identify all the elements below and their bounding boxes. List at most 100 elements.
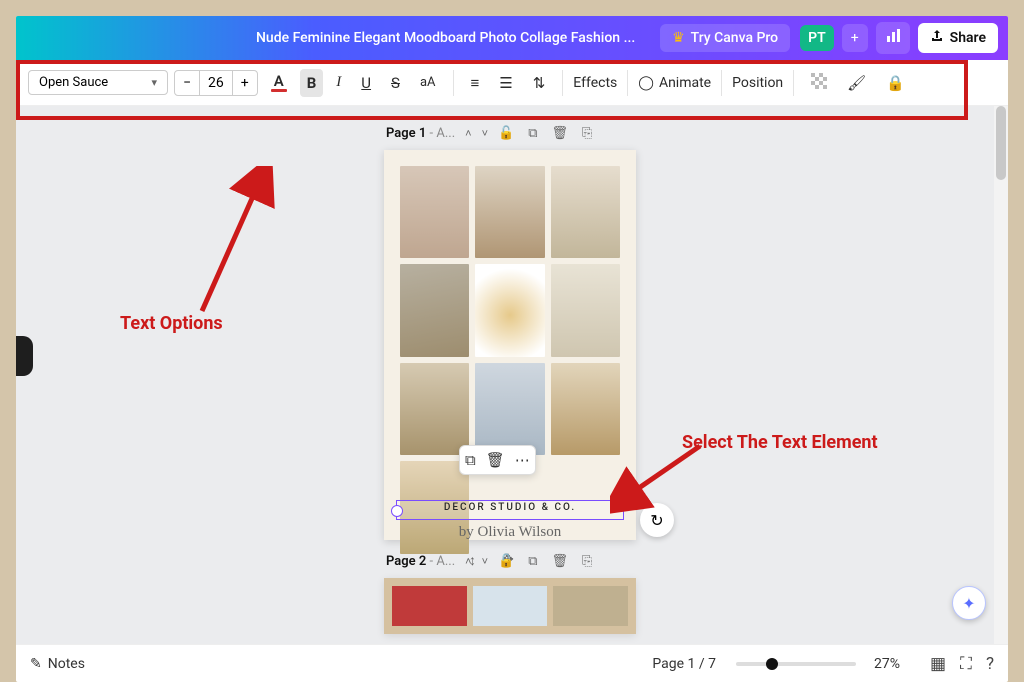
lock-page-icon[interactable]: 🔓 — [498, 554, 514, 569]
toolbar-divider — [453, 70, 454, 96]
comment-button[interactable]: ↻ — [640, 503, 674, 537]
collapse-down-icon[interactable]: ˅ — [482, 555, 488, 568]
font-selector[interactable]: Open Sauce ▾ — [28, 70, 168, 95]
notes-button[interactable]: ✎ Notes — [30, 656, 85, 672]
toolbar-divider — [721, 70, 722, 96]
font-size-value[interactable]: 26 — [199, 71, 233, 95]
italic-button[interactable]: I — [329, 69, 348, 96]
canvas-area[interactable]: Page 1 - A... ˄ ˅ 🔓 ⧉ 🗑 ⎘ — [16, 106, 1008, 644]
page-1-canvas[interactable] — [384, 150, 636, 540]
toolbar-divider — [627, 70, 628, 96]
photo-cell[interactable] — [400, 166, 469, 258]
plus-icon: + — [851, 30, 859, 46]
strikethrough-button[interactable]: S — [384, 69, 407, 97]
comment-icon: ↻ — [650, 511, 663, 530]
font-size-stepper[interactable]: − 26 + — [174, 70, 258, 96]
selected-text-content[interactable]: DECOR STUDIO & CO. — [397, 502, 623, 513]
collapse-up-icon[interactable]: ˄ — [465, 555, 471, 568]
collapse-up-icon[interactable]: ˄ — [465, 127, 471, 140]
photo-cell[interactable] — [400, 363, 469, 455]
letter-case-button[interactable]: aA — [413, 70, 443, 95]
zoom-slider[interactable] — [736, 662, 856, 666]
zoom-slider-thumb[interactable] — [766, 658, 778, 670]
transparency-button[interactable] — [804, 68, 834, 98]
lock-page-icon[interactable]: 🔓 — [498, 126, 514, 141]
bold-button[interactable]: B — [300, 69, 324, 97]
page-1-subtitle: - A... — [426, 126, 455, 141]
photo-cell[interactable] — [475, 363, 544, 455]
help-icon[interactable]: ? — [986, 654, 994, 674]
delete-page-icon[interactable]: 🗑 — [551, 126, 568, 141]
text-color-button[interactable]: A — [264, 69, 294, 97]
copy-style-button[interactable]: 🖌 — [840, 69, 873, 97]
alignment-button[interactable]: ≡ — [464, 69, 487, 97]
add-button[interactable]: + — [842, 24, 868, 52]
page-1-title: Page 1 — [386, 126, 426, 141]
page-2-subtitle: - A... — [426, 554, 455, 569]
photo-cell[interactable] — [473, 586, 548, 626]
notes-icon: ✎ — [30, 656, 42, 672]
underline-button[interactable]: U — [354, 69, 378, 97]
case-icon: aA — [420, 75, 436, 90]
decrease-size-button[interactable]: − — [175, 71, 199, 95]
byline-text[interactable]: by Olivia Wilson — [384, 524, 636, 541]
photo-cell[interactable] — [400, 264, 469, 356]
selected-text-element[interactable]: DECOR STUDIO & CO. — [396, 500, 624, 520]
annotation-arrow-1 — [192, 166, 282, 316]
chart-icon — [885, 28, 901, 48]
page-2-canvas[interactable] — [384, 578, 636, 634]
spacing-button[interactable]: ⇅ — [526, 69, 553, 97]
try-pro-label: Try Canva Pro — [691, 30, 778, 46]
duplicate-page-icon[interactable]: ⧉ — [528, 554, 537, 569]
trash-icon[interactable]: 🗑 — [486, 451, 505, 469]
list-button[interactable]: ☰ — [492, 69, 519, 97]
page-1-header: Page 1 - A... ˄ ˅ 🔓 ⧉ 🗑 ⎘ — [386, 126, 592, 141]
side-panel-handle[interactable] — [16, 336, 33, 376]
photo-cell[interactable] — [475, 264, 544, 356]
position-button[interactable]: Position — [732, 75, 783, 91]
profile-button[interactable]: PT — [800, 25, 834, 51]
effects-button[interactable]: Effects — [573, 75, 617, 91]
photo-cell[interactable] — [553, 586, 628, 626]
annotation-select-text: Select The Text Element — [682, 432, 878, 453]
zoom-value[interactable]: 27% — [874, 656, 900, 672]
animate-label: Animate — [659, 75, 711, 91]
scrollbar-thumb[interactable] — [996, 106, 1006, 180]
present-icon[interactable]: ⛶ — [960, 654, 972, 674]
try-pro-button[interactable]: ♛ Try Canva Pro — [660, 24, 790, 52]
page-2-header: Page 2 - A... ˄ ˅ 🔓 ⧉ 🗑 ⎘ — [386, 554, 592, 569]
increase-size-button[interactable]: + — [233, 71, 257, 95]
add-page-icon[interactable]: ⎘ — [582, 126, 592, 141]
page-counter[interactable]: Page 1 / 7 — [652, 656, 716, 672]
duplicate-page-icon[interactable]: ⧉ — [528, 126, 537, 141]
collapse-down-icon[interactable]: ˅ — [482, 127, 488, 140]
document-title: Nude Feminine Elegant Moodboard Photo Co… — [256, 30, 635, 46]
magic-button[interactable]: ✦ — [952, 586, 986, 620]
photo-grid — [400, 166, 620, 554]
more-icon[interactable]: ⋯ — [515, 451, 530, 469]
notes-label: Notes — [48, 656, 85, 672]
animate-button[interactable]: ◯ Animate — [638, 75, 711, 91]
upload-icon — [930, 29, 944, 47]
font-name: Open Sauce — [39, 75, 108, 90]
duplicate-icon[interactable]: ⧉ — [465, 451, 476, 469]
photo-cell[interactable] — [551, 166, 620, 258]
share-label: Share — [950, 30, 986, 46]
photo-cell[interactable] — [475, 166, 544, 258]
element-quick-actions: ⧉ 🗑 ⋯ — [459, 445, 536, 475]
app-header: Nude Feminine Elegant Moodboard Photo Co… — [16, 16, 1008, 60]
delete-page-icon[interactable]: 🗑 — [551, 554, 568, 569]
text-toolbar: Open Sauce ▾ − 26 + A B I U S — [16, 60, 1008, 106]
photo-cell[interactable] — [551, 363, 620, 455]
paint-icon: 🖌 — [847, 74, 866, 92]
photo-cell[interactable] — [392, 586, 467, 626]
photo-cell[interactable] — [551, 264, 620, 356]
lock-button[interactable]: 🔒 — [879, 69, 912, 97]
footer-bar: ✎ Notes Page 1 / 7 27% ▦ ⛶ ? — [16, 644, 1008, 682]
share-button[interactable]: Share — [918, 23, 998, 53]
vertical-scrollbar[interactable] — [994, 106, 1008, 644]
add-page-icon[interactable]: ⎘ — [582, 554, 592, 569]
align-icon: ≡ — [471, 74, 480, 92]
grid-view-icon[interactable]: ▦ — [930, 654, 946, 674]
insights-button[interactable] — [876, 22, 910, 54]
